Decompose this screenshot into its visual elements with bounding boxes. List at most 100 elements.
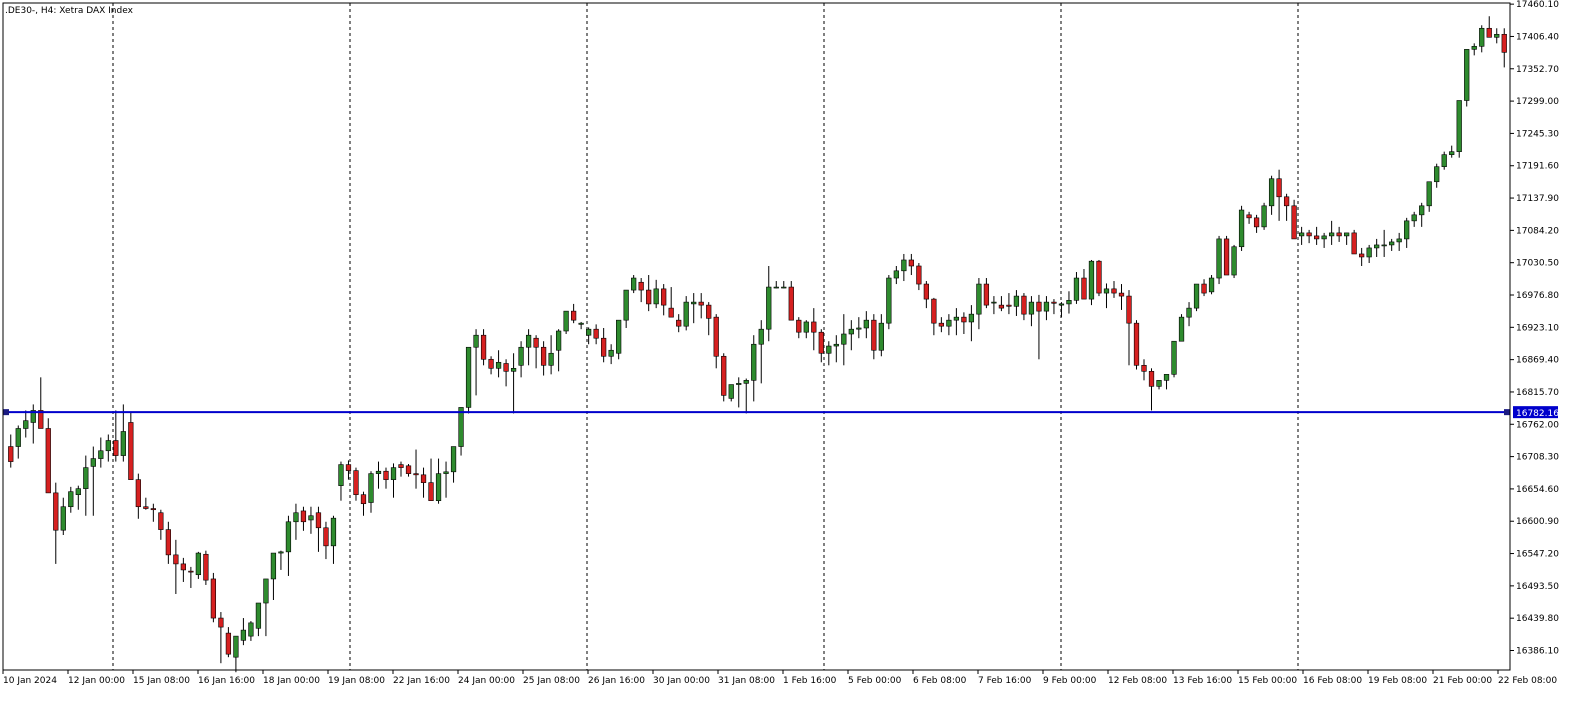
candle [1223,235,1230,276]
candle-body-bull [653,288,659,305]
candle-body-bull [23,420,29,429]
candle-body-bull [1178,316,1185,342]
candle-body-bull [893,270,899,279]
candle [563,310,569,335]
candle-body-bear [533,337,539,348]
candle-body-bull [886,277,892,324]
candle-body-bull [368,473,374,503]
x-tick-label: 26 Jan 16:00 [588,676,645,686]
candle-body-bull [75,488,81,495]
candle [210,572,217,623]
candle-body-bull [728,384,734,399]
x-tick-label: 12 Feb 08:00 [1108,676,1167,686]
candle-body-bull [1419,205,1425,216]
candle-body-bear [1096,260,1102,294]
candle-body-bull [1441,154,1447,167]
candle-body-bull [1471,46,1477,50]
candle-body-bear [706,304,712,319]
candle-body-bull [1479,27,1485,47]
candle-body-bear [1359,253,1365,258]
candle-body-bear [788,286,794,321]
candle-body-bull [90,458,96,467]
candle-body-bull [255,602,262,629]
candle-body-bear [938,322,944,327]
candle-body-bull [1374,244,1380,249]
candle-body-bull [758,328,764,345]
candle [1216,235,1222,285]
candle-body-bull [233,635,239,658]
candle-body-bear [1133,322,1140,366]
candle-body-bear [908,259,914,267]
candle-body-bull [1238,209,1245,248]
candle-body-bear [8,446,14,462]
candle-body-bull [578,322,584,325]
candle-body-bull [1088,260,1095,300]
candle-body-bull [1456,100,1462,152]
y-tick-label: 17191.60 [1516,162,1559,172]
y-tick-label: 16976.80 [1516,291,1559,301]
candle [203,550,209,585]
candle-body-bear [601,337,607,357]
candle [1133,320,1140,370]
candle-body-bear [1148,371,1155,387]
candle-body-bull [1171,340,1177,375]
candle-body-bull [473,334,479,348]
candle [45,418,51,494]
candle [788,281,794,321]
x-tick-label: 19 Jan 08:00 [328,676,385,686]
candle-body-bull [863,319,869,329]
candle-body-bear [150,508,156,511]
candle-body-bull [1344,232,1350,237]
candle-body-bull [1389,241,1395,246]
candle-body-bull [98,450,104,459]
price-line-handle-left [3,409,9,416]
candle-body-bear [1336,232,1342,237]
candle [195,551,202,579]
candle-body-bear [225,632,232,655]
candle [1096,259,1102,297]
candle-body-bull [60,506,66,531]
candle-body-bull [1366,247,1372,258]
candle-body-bull [105,440,111,452]
candle-body-bear [1036,301,1042,312]
candle-body-bear [315,512,322,529]
candle-body-bull [1464,49,1470,101]
candle-body-bear [173,554,179,565]
candle-body-bull [278,551,284,554]
candle-body-bull [1058,303,1065,306]
candle-body-bear [360,494,367,505]
candle-body-bear [353,470,359,495]
candle-body-bear [593,328,599,339]
candle-body-bear [668,307,674,318]
candle-body-bull [293,512,299,523]
x-tick-label: 15 Feb 00:00 [1238,676,1297,686]
candle-body-bull [248,622,254,637]
x-tick-label: 6 Feb 08:00 [913,676,967,686]
candle-body-bull [510,368,517,372]
candle-body-bear [1118,292,1125,297]
candle [1238,205,1245,251]
candle-body-bear [398,464,404,468]
x-tick-label: 30 Jan 00:00 [653,676,710,686]
candle-body-bear [345,464,352,471]
candle-body-bull [976,283,982,315]
y-tick-label: 17137.90 [1516,194,1559,204]
candle-body-bear [818,331,824,354]
candle-body-bull [736,383,742,385]
candle-body-bull [1404,220,1410,240]
candle-body-bull [608,349,614,357]
candle-body-bull [1261,205,1267,228]
candle [616,319,622,360]
candle-body-bear [931,298,937,324]
candle-body-bull [616,319,622,354]
candle-body-bear [1141,364,1147,372]
candle-body-bull [15,428,21,447]
candle-body-bear [1283,196,1290,207]
price-axis[interactable]: 17460.10 17406.40 17352.70 17299.00 17245.30… [1510,0,1559,657]
candle-body-bear [998,304,1005,309]
candle-body-bear [796,319,802,333]
candle-body-bull [390,467,397,480]
candle-body-bull [833,343,839,347]
candle-body-bull [1013,295,1020,307]
candle [1208,275,1215,295]
